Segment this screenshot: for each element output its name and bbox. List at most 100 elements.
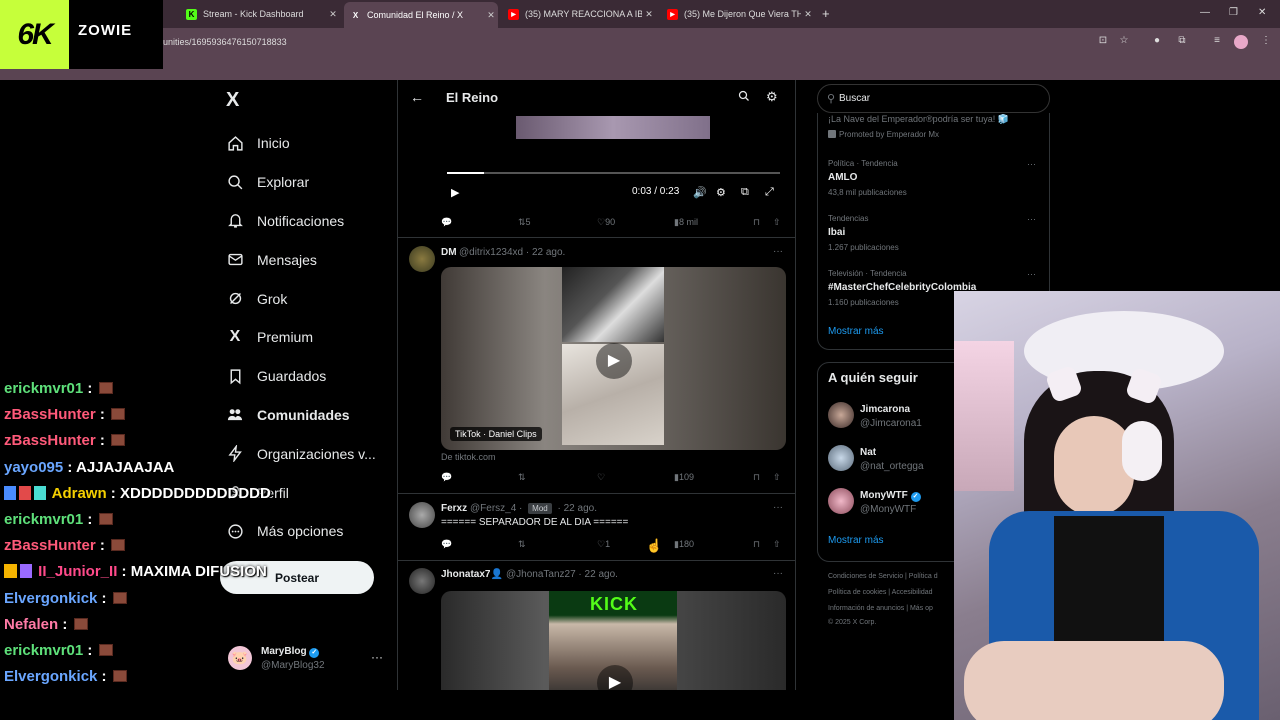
profile-avatar-icon[interactable] bbox=[1234, 35, 1248, 49]
sidebar-item-notificaciones[interactable]: Notificaciones bbox=[226, 202, 376, 241]
like-count: 90 bbox=[605, 217, 616, 227]
bookmark-star-icon[interactable]: ☆ bbox=[1117, 35, 1131, 49]
tab-kick-dashboard[interactable]: K Stream - Kick Dashboard ✕ bbox=[180, 4, 340, 24]
views-button[interactable]: ▮ 109 bbox=[674, 472, 694, 483]
post-author-name[interactable]: DM bbox=[441, 247, 457, 258]
sidebar-item-label: Notificaciones bbox=[257, 212, 345, 229]
more-dots-icon[interactable]: ··· bbox=[773, 568, 783, 579]
show-more-follow-link[interactable]: Mostrar más bbox=[828, 535, 884, 546]
extension-icon[interactable]: ● bbox=[1150, 35, 1164, 49]
bookmark-icon[interactable]: ⊓ bbox=[753, 472, 760, 483]
views-button[interactable]: ▮ 8 mil bbox=[674, 217, 698, 228]
repost-count: 5 bbox=[525, 217, 531, 227]
url-text[interactable]: unities/1695936476150718833 bbox=[163, 37, 287, 47]
footer-links[interactable]: Condiciones de Servicio | Política d bbox=[828, 573, 938, 580]
sidebar-item-premium[interactable]: X Premium bbox=[226, 318, 376, 357]
tab-youtube-me-dijeron[interactable]: ▶ (35) Me Dijeron Que Viera THE ✕ bbox=[661, 4, 815, 24]
trend-item[interactable]: Tendencias Ibai 1.267 publicaciones ··· bbox=[828, 214, 1048, 252]
back-arrow-icon[interactable]: ← bbox=[410, 89, 424, 105]
address-bar[interactable]: unities/1695936476150718833 bbox=[0, 28, 1280, 56]
minimize-icon[interactable]: — bbox=[1200, 7, 1210, 18]
brick-emote-icon bbox=[112, 591, 127, 604]
repost-icon[interactable]: ⇅ bbox=[518, 472, 526, 483]
sidebar-item-label: Mensajes bbox=[257, 251, 317, 268]
post-author-name[interactable]: Jhonatax7👤 bbox=[441, 569, 503, 580]
more-dots-icon[interactable]: ··· bbox=[1027, 214, 1036, 224]
footer-links[interactable]: Información de anuncios | Más op bbox=[828, 605, 933, 612]
close-window-icon[interactable]: ✕ bbox=[1258, 7, 1266, 18]
chat-message: Adrawn : XDDDDDDDDDDDDD bbox=[4, 485, 304, 511]
avatar[interactable] bbox=[409, 568, 435, 594]
search-icon[interactable] bbox=[738, 90, 750, 105]
views-button[interactable]: ▮ 180 bbox=[674, 539, 694, 550]
chat-username: Nefalen bbox=[4, 615, 59, 633]
link-source[interactable]: De tiktok.com bbox=[441, 452, 496, 462]
reply-icon[interactable]: 💬 bbox=[441, 217, 452, 228]
bookmark-icon[interactable]: ⊓ bbox=[753, 539, 760, 550]
tab-comunidad-el-reino[interactable]: X Comunidad El Reino / X ✕ bbox=[344, 2, 498, 28]
puzzle-icon[interactable]: ⧉ bbox=[1175, 35, 1189, 49]
play-icon[interactable]: ▶ bbox=[451, 186, 459, 199]
play-icon[interactable]: ▶ bbox=[596, 343, 632, 379]
gear-icon[interactable]: ⚙ bbox=[766, 89, 778, 105]
avatar[interactable] bbox=[409, 246, 435, 272]
chat-username: erickmvr01 bbox=[4, 510, 84, 528]
sidebar-item-explorar[interactable]: Explorar bbox=[226, 163, 376, 202]
brick-emote-icon bbox=[112, 670, 127, 683]
close-tab-icon[interactable]: ✕ bbox=[642, 9, 656, 20]
sidebar-item-inicio[interactable]: Inicio bbox=[226, 124, 376, 163]
sidebar-item-grok[interactable]: Grok bbox=[226, 279, 376, 318]
close-tab-icon[interactable]: ✕ bbox=[801, 9, 815, 20]
brick-emote-icon bbox=[111, 539, 126, 552]
more-dots-icon[interactable]: ··· bbox=[1027, 159, 1036, 169]
like-button[interactable]: ♡ 90 bbox=[597, 217, 615, 228]
close-tab-icon[interactable]: ✕ bbox=[484, 10, 498, 21]
video-progress-bar[interactable] bbox=[447, 172, 780, 174]
repost-button[interactable]: ⇅ 5 bbox=[518, 217, 531, 228]
tab-youtube-mary-reacciona[interactable]: ▶ (35) MARY REACCIONA A IBAI ✕ bbox=[502, 4, 656, 24]
share-icon[interactable]: ⇧ bbox=[773, 472, 781, 483]
browser-tab-bar: K Stream - Kick Dashboard ✕ X Comunidad … bbox=[0, 0, 1280, 28]
sidebar-item-label: Explorar bbox=[257, 174, 310, 191]
trend-item[interactable]: Política · Tendencia AMLO 43,8 mil publi… bbox=[828, 159, 1048, 197]
more-dots-icon[interactable]: ··· bbox=[371, 650, 383, 664]
share-icon[interactable]: ⇧ bbox=[773, 217, 781, 228]
like-icon[interactable]: ♡ bbox=[597, 472, 605, 483]
trend-category: Tendencias bbox=[828, 214, 869, 223]
sidebar-item-mensajes[interactable]: Mensajes bbox=[226, 240, 376, 279]
share-icon[interactable]: ⇧ bbox=[773, 539, 781, 550]
follow-handle: @nat_ortegga bbox=[860, 461, 924, 472]
post-media[interactable]: ▶ TikTok · Daniel Clips bbox=[441, 267, 786, 450]
reply-icon[interactable]: 💬 bbox=[441, 472, 452, 483]
footer-links[interactable]: Política de cookies | Accesibilidad bbox=[828, 589, 933, 596]
repost-icon[interactable]: ⇅ bbox=[518, 539, 526, 550]
volume-icon[interactable]: 🔊 bbox=[693, 186, 707, 199]
more-dots-icon[interactable]: ··· bbox=[773, 246, 783, 257]
brick-emote-icon bbox=[111, 408, 126, 421]
install-app-icon[interactable]: ⊡ bbox=[1096, 35, 1110, 49]
fullscreen-icon[interactable]: ⤢ bbox=[765, 186, 774, 199]
more-dots-icon[interactable]: ··· bbox=[773, 502, 783, 513]
settings-icon[interactable]: ⚙ bbox=[716, 186, 726, 199]
avatar[interactable] bbox=[409, 502, 435, 528]
search-input[interactable]: ⚲ Buscar bbox=[817, 84, 1050, 113]
x-logo-icon[interactable]: X bbox=[226, 89, 239, 112]
post-media[interactable]: KICK ▶ bbox=[441, 591, 786, 690]
more-dots-icon[interactable]: ··· bbox=[1027, 269, 1036, 279]
chat-username: zBassHunter bbox=[4, 432, 96, 450]
brick-emote-icon bbox=[98, 382, 113, 394]
new-tab-button[interactable]: + bbox=[822, 6, 830, 21]
show-more-trends-link[interactable]: Mostrar más bbox=[828, 326, 884, 337]
pip-icon[interactable]: ⧉ bbox=[741, 186, 749, 199]
screen: K Stream - Kick Dashboard ✕ X Comunidad … bbox=[0, 0, 1280, 720]
media-control-icon[interactable]: ≡ bbox=[1210, 35, 1224, 49]
promoted-text[interactable]: ¡La Nave del Emperador®podría ser tuya! … bbox=[828, 114, 1009, 125]
bookmark-icon[interactable]: ⊓ bbox=[753, 217, 760, 228]
maximize-icon[interactable]: ❐ bbox=[1229, 7, 1238, 18]
browser-menu-icon[interactable]: ⋮ bbox=[1259, 35, 1273, 49]
post-author-name[interactable]: Ferxz bbox=[441, 503, 467, 514]
like-button[interactable]: ♡ 1 bbox=[597, 539, 610, 550]
reply-icon[interactable]: 💬 bbox=[441, 539, 452, 550]
view-count: 109 bbox=[678, 472, 694, 482]
close-tab-icon[interactable]: ✕ bbox=[326, 9, 340, 20]
